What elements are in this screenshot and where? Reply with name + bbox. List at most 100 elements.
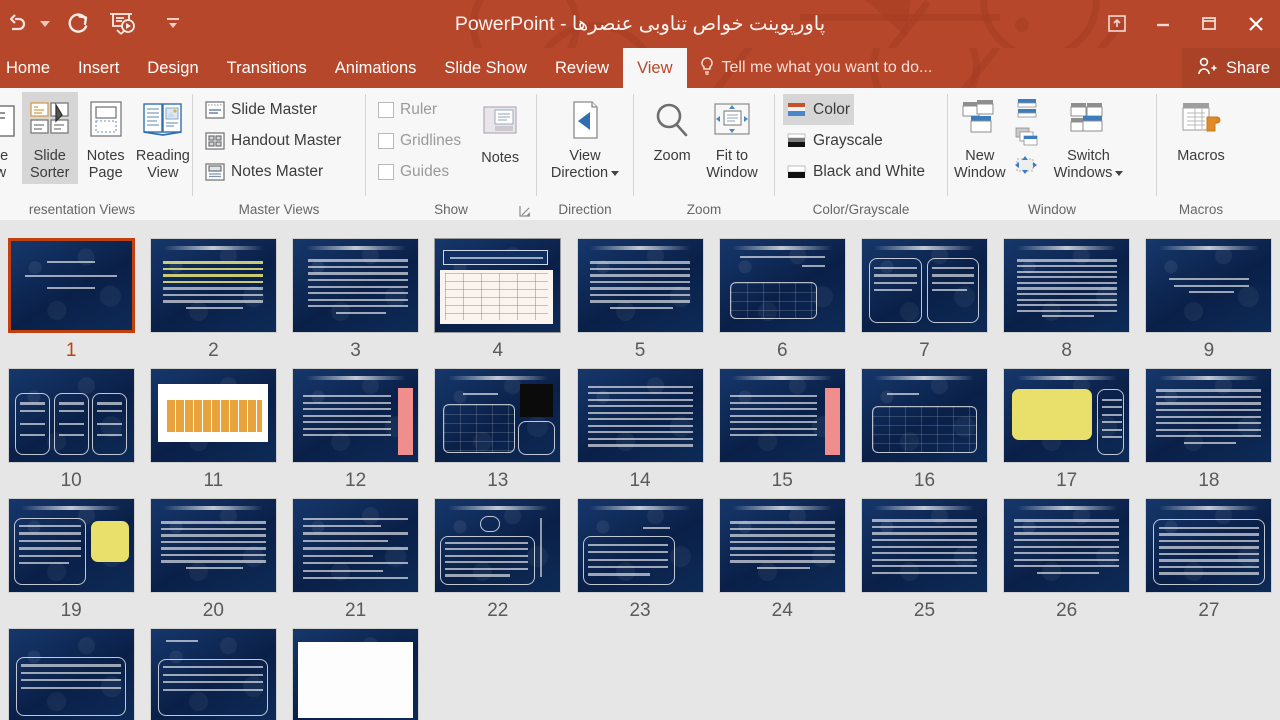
ribbon-group-window: New Window Switch Windows Window [948,88,1156,220]
show-dialog-launcher[interactable] [518,204,532,218]
reading-view-button[interactable]: Reading View [134,92,192,184]
slide-thumbnail-29[interactable]: 29 [142,624,284,720]
share-label: Share [1225,58,1270,77]
undo-icon[interactable] [0,4,34,44]
slide-number: 22 [487,600,509,621]
cascade-button[interactable] [1012,124,1042,150]
tab-design[interactable]: Design [133,48,212,88]
chevron-down-icon[interactable] [1115,170,1124,176]
redo-icon[interactable] [56,4,100,44]
handout-master-button[interactable]: Handout Master [201,125,345,156]
slide-number: 2 [208,340,219,361]
guides-checkbox[interactable]: Guides [374,156,465,187]
tab-animations[interactable]: Animations [321,48,431,88]
slide-thumbnail-23[interactable]: 23 [569,494,711,624]
outline-view-button[interactable]: line ew [0,92,22,184]
view-direction-label-line1: View [569,148,601,164]
arrange-all-button[interactable] [1012,96,1042,122]
reading-view-label-line2: View [147,165,179,181]
title-bar: پاورپوینت خواص تناوبی عنصرها - PowerPoin… [0,0,1280,48]
slide-thumbnail-11[interactable]: 11 [142,364,284,494]
switch-windows-button[interactable]: Switch Windows [1048,92,1130,184]
grayscale-button[interactable]: Grayscale [783,125,887,156]
slide-thumbnail-2[interactable]: 2 [142,234,284,364]
slide-thumbnail-8[interactable]: 8 [996,234,1138,364]
notes-master-button[interactable]: Notes Master [201,156,327,187]
slide-thumbnail-9[interactable]: 9 [1138,234,1280,364]
group-label-master-views: Master Views [238,202,320,217]
slide-thumbnail-30[interactable]: 30 [284,624,426,720]
notes-page-button[interactable]: Notes Page [78,92,134,184]
view-direction-button[interactable]: View Direction [545,92,625,184]
slide-row: 27 26 25 24 23 22 21 20 19 [0,494,1280,624]
slide-sorter-icon [26,96,74,148]
checkbox-box [378,132,394,149]
slide-sorter-button[interactable]: Slide Sorter [21,92,78,184]
ribbon-display-options-icon[interactable] [1094,0,1140,48]
tab-home[interactable]: Home [0,48,64,88]
slide-sorter-pane[interactable]: 9 8 7 6 5 4 3 2 1 18 17 16 15 14 13 12 1… [0,220,1280,720]
macros-button[interactable]: Macros [1171,92,1231,167]
notes-page-label-line1: Notes [86,148,125,164]
black-and-white-button[interactable]: Black and White [783,156,929,187]
macros-label: Macros [1177,148,1225,164]
notes-button[interactable]: Notes [471,94,529,169]
slide-thumbnail-22[interactable]: 22 [427,494,569,624]
tab-insert[interactable]: Insert [64,48,133,88]
ruler-checkbox[interactable]: Ruler [374,94,465,125]
slide-number: 17 [1056,470,1078,491]
slide-thumbnail-5[interactable]: 5 [569,234,711,364]
gridlines-checkbox[interactable]: Gridlines [374,125,465,156]
move-split-button[interactable] [1012,152,1042,178]
chevron-down-icon[interactable] [611,170,620,176]
fit-to-window-button[interactable]: Fit to Window [700,92,764,184]
slide-thumbnail-6[interactable]: 6 [711,234,853,364]
zoom-button[interactable]: Zoom [644,92,700,167]
slide-thumbnail-3[interactable]: 3 [284,234,426,364]
start-from-beginning-icon[interactable] [100,4,144,44]
slide-thumbnail-28[interactable]: 28 [0,624,142,720]
tell-me-search[interactable]: Tell me what you want to do... [699,48,932,88]
tab-transitions[interactable]: Transitions [213,48,321,88]
slide-number: 19 [60,600,82,621]
slide-thumbnail-1[interactable]: 1 [0,234,142,364]
group-label-macros: Macros [1178,202,1224,217]
slide-thumbnail-13[interactable]: 13 [427,364,569,494]
slide-grid: 9 8 7 6 5 4 3 2 1 18 17 16 15 14 13 12 1… [0,220,1280,720]
new-window-button[interactable]: New Window [948,92,1012,184]
slide-thumbnail-26[interactable]: 26 [996,494,1138,624]
slide-thumbnail-14[interactable]: 14 [569,364,711,494]
color-button[interactable]: Color [783,94,855,125]
slide-thumbnail-12[interactable]: 12 [284,364,426,494]
slide-thumbnail-25[interactable]: 25 [853,494,995,624]
slide-thumbnail-27[interactable]: 27 [1138,494,1280,624]
slide-thumbnail-19[interactable]: 19 [0,494,142,624]
checkbox-box [378,163,394,180]
minimize-icon[interactable] [1140,0,1186,48]
customize-quick-access-toolbar-icon[interactable] [162,4,184,44]
slide-number: 13 [487,470,509,491]
slide-number: 27 [1198,600,1220,621]
chevron-down-icon[interactable] [34,4,56,44]
share-button[interactable]: Share [1181,48,1280,88]
group-label-color-grayscale: Color/Grayscale [812,202,910,217]
tab-view[interactable]: View [623,48,687,88]
slide-thumbnail-24[interactable]: 24 [711,494,853,624]
black-and-white-label: Black and White [813,162,925,180]
slide-master-button[interactable]: Slide Master [201,94,321,125]
close-icon[interactable] [1232,0,1280,48]
slide-thumbnail-17[interactable]: 17 [996,364,1138,494]
slide-number: 11 [203,470,224,491]
slide-thumbnail-16[interactable]: 16 [853,364,995,494]
slide-thumbnail-15[interactable]: 15 [711,364,853,494]
slide-master-label: Slide Master [231,100,318,118]
tab-slide-show[interactable]: Slide Show [430,48,541,88]
slide-thumbnail-18[interactable]: 18 [1138,364,1280,494]
slide-thumbnail-7[interactable]: 7 [853,234,995,364]
slide-thumbnail-21[interactable]: 21 [284,494,426,624]
slide-thumbnail-20[interactable]: 20 [142,494,284,624]
slide-thumbnail-4[interactable]: 4 [427,234,569,364]
maximize-icon[interactable] [1186,0,1232,48]
tab-review[interactable]: Review [541,48,623,88]
slide-thumbnail-10[interactable]: 10 [0,364,142,494]
